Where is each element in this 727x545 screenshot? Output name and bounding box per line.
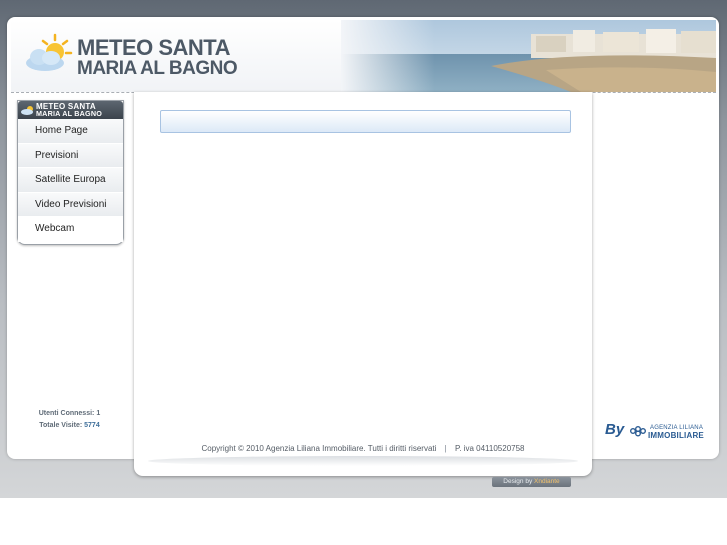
copyright-text: Copyright © 2010 Agenzia Liliana Immobil…: [201, 444, 437, 453]
online-users-value: 1: [96, 410, 101, 417]
menu-item-satellite[interactable]: Satellite Europa: [18, 168, 123, 193]
sponsor-by-text: By: [605, 421, 625, 438]
menu-header-subtitle: MARIA AL BAGNO: [36, 109, 103, 118]
cloud-icon: [21, 106, 33, 115]
content-title-bar: [160, 110, 571, 133]
menu-item-webcam[interactable]: Webcam: [18, 217, 123, 242]
online-users-label: Utenti Connessi:: [38, 410, 95, 417]
site-header: METEO SANTA MARIA AL BAGNO: [11, 20, 716, 93]
sponsor-name-line2: IMMOBILIARE: [648, 431, 704, 440]
vat-number: P. iva 04110520758: [454, 444, 525, 453]
footer: Copyright © 2010 Agenzia Liliana Immobil…: [134, 444, 592, 453]
visitor-stats: Utenti Connessi: 1 Totale Visite: 5774: [17, 408, 122, 432]
menu-header: METEO SANTA MARIA AL BAGNO: [18, 101, 123, 119]
sun-cloud-icon: [26, 33, 73, 71]
design-credit-badge[interactable]: Design by Xndiante: [492, 477, 571, 487]
sidebar-menu: METEO SANTA MARIA AL BAGNO Home Page Pre…: [17, 100, 124, 245]
menu-item-forecast[interactable]: Previsioni: [18, 143, 123, 168]
site-logo-line2: MARIA AL BAGNO: [77, 58, 238, 79]
total-visits: Totale Visite: 5774: [17, 420, 122, 432]
agency-logo-icon: [630, 426, 646, 437]
design-credit-brand: Xndiante: [534, 478, 560, 485]
design-credit-prefix: Design by: [503, 478, 533, 485]
total-visits-value: 5774: [84, 422, 100, 429]
online-users: Utenti Connessi: 1: [17, 408, 122, 420]
footer-separator: |: [444, 444, 447, 453]
total-visits-label: Totale Visite:: [39, 422, 83, 429]
main-content: Copyright © 2010 Agenzia Liliana Immobil…: [134, 92, 592, 476]
coastal-town-photo: [341, 20, 716, 92]
menu-item-home[interactable]: Home Page: [18, 119, 123, 144]
menu-item-video-forecast[interactable]: Video Previsioni: [18, 192, 123, 217]
footer-shadow: [148, 456, 578, 466]
